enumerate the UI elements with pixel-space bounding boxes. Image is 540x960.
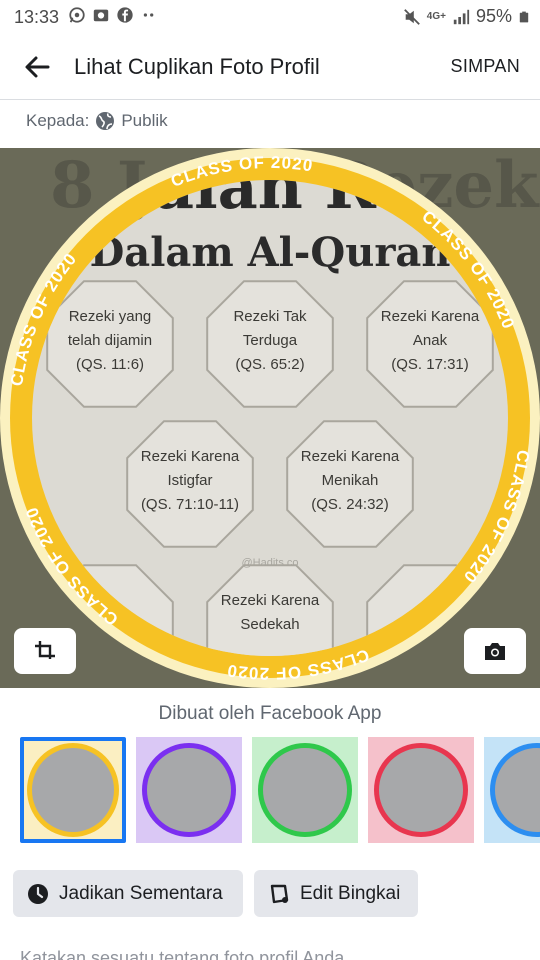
frame-option-blue[interactable]	[484, 737, 540, 843]
arrow-left-icon	[25, 56, 50, 78]
back-button[interactable]	[20, 50, 54, 84]
frame-source-label: Dibuat oleh Facebook App	[158, 703, 382, 724]
rezeki-card-line: (QS. 11:6)	[76, 356, 144, 373]
status-bar: 13:33 4G+ 95%	[0, 0, 540, 34]
audience-label: Kepada:	[26, 111, 90, 130]
battery-icon	[519, 11, 529, 22]
rezeki-card-line: telah dijamin	[68, 332, 152, 349]
photo-heading: Dalam Al-Quran	[90, 229, 451, 276]
frame-option-inner	[28, 744, 118, 836]
rezeki-card-line: (QS. 17:31)	[391, 356, 469, 373]
battery-percent: 95%	[475, 6, 512, 26]
frame-option-preview	[28, 744, 118, 836]
frame-option-inner	[488, 741, 540, 839]
crop-icon	[35, 641, 55, 659]
save-button[interactable]: SIMPAN	[451, 56, 520, 77]
frame-option-yellow[interactable]	[20, 737, 126, 843]
globe-icon	[96, 112, 115, 130]
rezeki-card-line: Anak	[413, 332, 448, 349]
status-time: 13:33	[14, 7, 60, 27]
profile-photo-preview: 8 Jalan Rezeki Jalan Re Dalam Al-Quran R…	[0, 148, 540, 688]
frame-option-green[interactable]	[252, 737, 358, 843]
rezeki-card-line: Rezeki Karena	[301, 448, 400, 465]
rezeki-card-line: Menikah	[322, 472, 379, 489]
edit-frame-label: Edit Bingkai	[300, 882, 401, 904]
frame-option-preview	[259, 744, 351, 836]
audience-value: Publik	[121, 111, 168, 130]
rezeki-card-line: Rezeki Karena	[221, 592, 320, 609]
whatsapp-icon	[69, 7, 85, 23]
rezeki-card-line: (QS. 65:2)	[235, 356, 304, 373]
frame-option-preview	[375, 744, 467, 836]
make-temporary-button[interactable]: Jadikan Sementara	[13, 870, 243, 917]
photo-watermark: @Hadits.co	[241, 557, 298, 569]
facebook-icon	[117, 7, 133, 23]
photo-icon	[93, 9, 109, 22]
rezeki-card-line: Terduga	[243, 332, 298, 349]
frame-option-inner	[140, 741, 238, 839]
rezeki-card-line: Rezeki Karena	[141, 448, 240, 465]
signal-icon	[453, 9, 470, 24]
make-temporary-label: Jadikan Sementara	[59, 882, 223, 904]
app-bar: Lihat Cuplikan Foto Profil SIMPAN	[0, 34, 540, 100]
rezeki-card: Rezeki Karena Anak (QS. 17:31)	[366, 280, 494, 408]
rezeki-card: Rezeki yang telah dijamin (QS. 11:6)	[46, 280, 174, 408]
crop-button[interactable]	[14, 628, 76, 674]
frame-option-preview	[491, 744, 540, 836]
camera-icon	[485, 643, 505, 660]
more-dots-icon	[143, 13, 154, 17]
frame-option-red[interactable]	[368, 737, 474, 843]
page-title: Lihat Cuplikan Foto Profil	[74, 54, 320, 79]
rezeki-card-line: Rezeki Tak	[233, 308, 307, 325]
edit-frame-button[interactable]: Edit Bingkai	[254, 870, 418, 917]
frame-option-purple[interactable]	[136, 737, 242, 843]
frame-option-inner	[256, 741, 354, 839]
mute-icon	[403, 8, 420, 25]
camera-button[interactable]	[464, 628, 526, 674]
rezeki-card-line: Sedekah	[240, 616, 299, 633]
caption-input[interactable]: Katakan sesuatu tentang foto profil Anda…	[20, 948, 359, 960]
rezeki-card: Rezeki Tak Terduga (QS. 65:2)	[206, 280, 334, 408]
clock-icon	[28, 883, 48, 904]
rezeki-card: Rezeki Karena Istigfar (QS. 71:10-11)	[126, 420, 254, 548]
edit-frame-icon	[270, 884, 289, 903]
network-icon: 4G+	[426, 11, 446, 22]
rezeki-card: Rezeki Karena Menikah (QS. 24:32)	[286, 420, 414, 548]
rezeki-card-line: Rezeki yang	[69, 308, 152, 325]
rezeki-card-line: Istigfar	[167, 472, 212, 489]
audience-selector[interactable]: Kepada: Publik	[26, 108, 168, 134]
frame-option-inner	[372, 741, 470, 839]
frame-overlay: Jalan Re Dalam Al-Quran Rezeki yangtelah…	[0, 148, 540, 688]
rezeki-card-line: Rezeki Karena	[381, 308, 480, 325]
frame-picker	[20, 737, 540, 843]
rezeki-card-line: (QS. 24:32)	[311, 496, 389, 513]
rezeki-card-line: (QS. 71:10-11)	[141, 496, 239, 513]
frame-option-preview	[143, 744, 235, 836]
